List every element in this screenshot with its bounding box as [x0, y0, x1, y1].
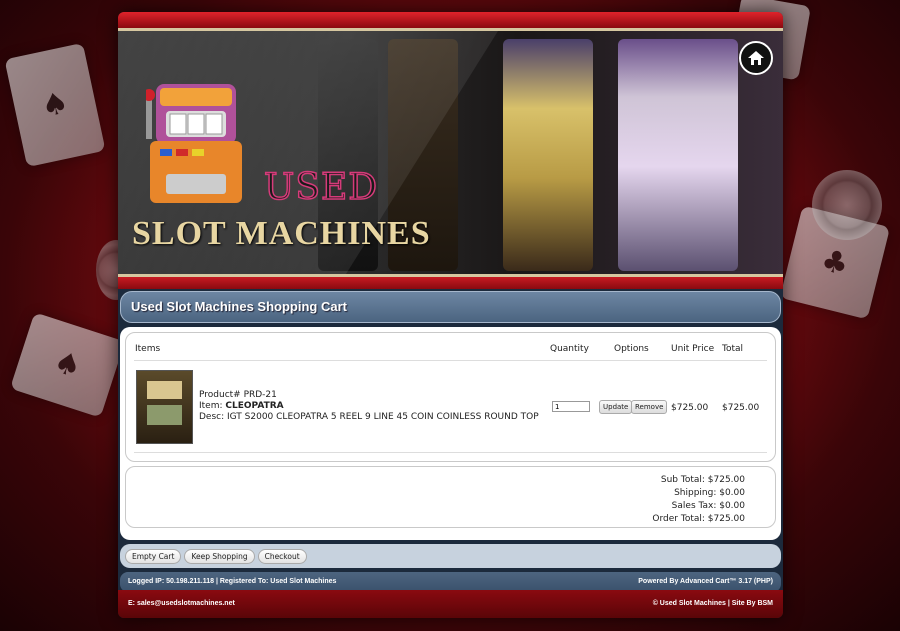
line-total: $725.00 — [722, 403, 760, 413]
header-divider — [134, 360, 767, 361]
home-icon — [748, 51, 764, 65]
column-header-total: Total — [722, 344, 744, 354]
checkout-button[interactable]: Checkout — [257, 548, 307, 564]
spade-icon: ♠ — [49, 344, 86, 386]
footer-email-link[interactable]: E: sales@usedslotmachines.net — [128, 590, 235, 618]
product-info: Product# PRD-21 Item: CLEOPATRA Desc: IG… — [199, 390, 539, 423]
product-item-line: Item: CLEOPATRA — [199, 401, 539, 412]
cart-info-bar: Logged IP: 50.198.211.118 | Registered T… — [120, 572, 781, 592]
banner-bottom-bar — [118, 277, 783, 289]
unit-price: $725.00 — [671, 403, 709, 413]
update-button[interactable]: Update — [599, 400, 633, 414]
footer-credits[interactable]: © Used Slot Machines | Site By BSM — [653, 590, 773, 618]
header-banner: USED SLOT MACHINES — [118, 31, 783, 277]
logo-slot-machines-text: SLOT MACHINES — [132, 215, 431, 252]
shipping: Shipping: $0.00 — [674, 488, 745, 498]
product-item-label: Item: — [199, 401, 223, 411]
logo-used-text: USED — [263, 166, 379, 209]
logged-ip-text: Logged IP: 50.198.211.118 | Registered T… — [128, 578, 337, 585]
product-number: Product# PRD-21 — [199, 390, 277, 400]
club-icon: ♣ — [817, 242, 853, 283]
totals-box: Sub Total: $725.00 Shipping: $0.00 Sales… — [125, 466, 776, 528]
cart-body: Items Quantity Options Unit Price Total … — [120, 327, 781, 540]
product-description: Desc: IGT S2000 CLEOPATRA 5 REEL 9 LINE … — [199, 412, 539, 422]
row-divider — [134, 452, 767, 453]
cart-title: Used Slot Machines Shopping Cart — [120, 291, 781, 323]
column-header-quantity: Quantity — [550, 344, 589, 354]
top-red-bar — [118, 12, 783, 31]
keep-shopping-button[interactable]: Keep Shopping — [184, 548, 255, 564]
column-header-unit-price: Unit Price — [671, 344, 715, 354]
slot-machine-logo-icon — [146, 84, 242, 203]
remove-button[interactable]: Remove — [631, 400, 668, 414]
sub-total: Sub Total: $725.00 — [660, 475, 745, 485]
cart-actions: Empty Cart Keep Shopping Checkout — [120, 544, 781, 568]
totals: Sub Total: $725.00 Shipping: $0.00 Sales… — [652, 474, 745, 526]
banner-slot-machine — [618, 39, 738, 271]
sales-tax: Sales Tax: $0.00 — [671, 501, 745, 511]
powered-by-link[interactable]: Powered By Advanced Cart™ 3.17 (PHP) — [638, 572, 773, 592]
background-poker-chip — [812, 170, 882, 240]
product-thumbnail[interactable] — [136, 370, 193, 444]
spade-icon: ♠ — [38, 85, 72, 125]
column-header-items: Items — [135, 344, 161, 354]
background-card-ace-spades: ♠ — [4, 42, 106, 168]
banner-slot-machine — [503, 39, 593, 271]
product-item-name: CLEOPATRA — [225, 401, 284, 411]
quantity-input[interactable] — [552, 401, 590, 412]
column-header-options: Options — [614, 344, 649, 354]
site-footer: E: sales@usedslotmachines.net © Used Slo… — [118, 590, 783, 618]
cart-items-table: Items Quantity Options Unit Price Total … — [125, 332, 776, 462]
home-button[interactable] — [739, 41, 773, 75]
site-container: USED SLOT MACHINES Used Slot Machines Sh… — [118, 12, 783, 618]
background-card-spades: ♠ — [9, 312, 126, 418]
empty-cart-button[interactable]: Empty Cart — [125, 548, 182, 564]
order-total: Order Total: $725.00 — [652, 514, 745, 524]
